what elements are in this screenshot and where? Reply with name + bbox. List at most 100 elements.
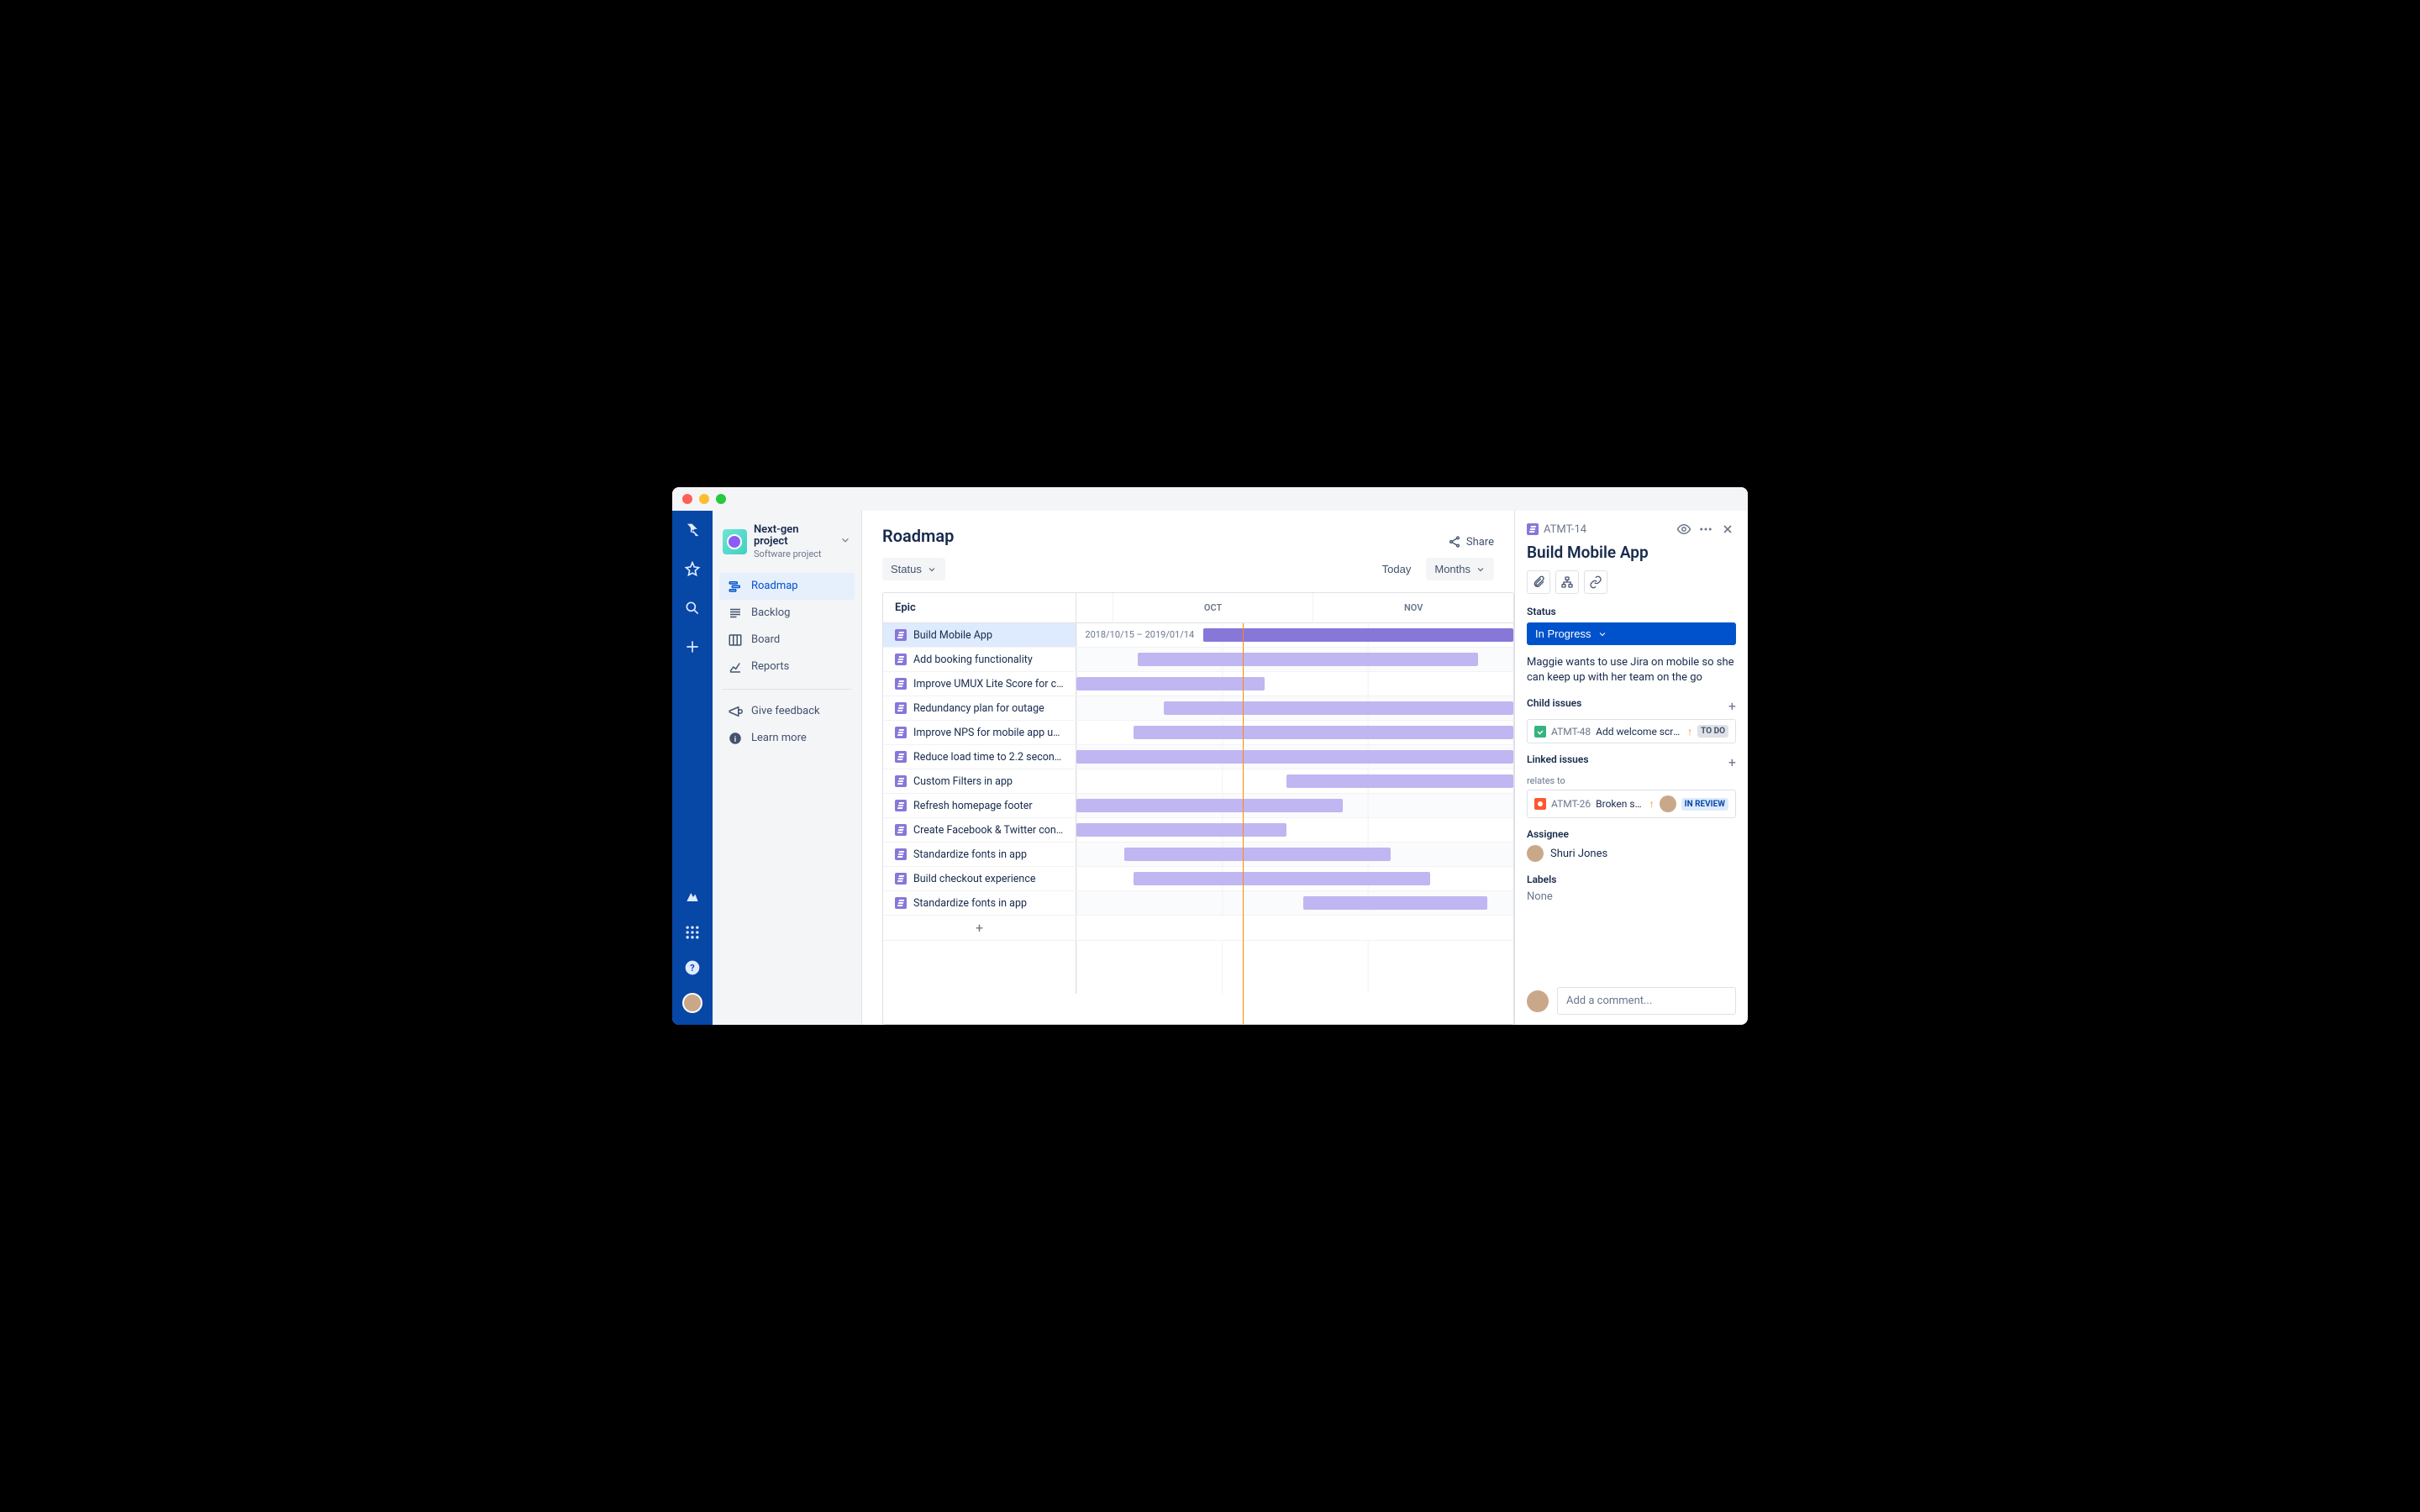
epic-bar[interactable] [1303,896,1486,910]
linked-issues-label: Linked issues [1527,753,1589,765]
attach-icon[interactable] [1527,570,1550,594]
epic-row[interactable]: Add booking functionality [883,648,1513,672]
add-link-button[interactable]: + [1728,754,1736,770]
epic-icon [895,897,907,909]
epic-icon [895,678,907,690]
progress-marker[interactable] [1203,628,1208,642]
epic-cell[interactable]: Custom Filters in app [883,769,1076,793]
add-epic-button[interactable]: + [883,916,1076,940]
sidebar-item-backlog[interactable]: Backlog [719,600,855,627]
epic-row[interactable]: Improve NPS for mobile app users by … [883,721,1513,745]
search-icon[interactable] [682,598,702,618]
epic-row[interactable]: Create Facebook & Twitter connector [883,818,1513,843]
month-header: OCT [1113,593,1313,622]
svg-text:i: i [734,735,736,743]
linked-key: ATMT-26 [1551,798,1591,810]
child-issues-label: Child issues [1527,697,1581,709]
help-icon[interactable]: ? [682,958,702,978]
status-dropdown[interactable]: In Progress [1527,622,1736,645]
sidebar-item-feedback[interactable]: Give feedback [719,698,855,725]
epic-bar[interactable] [1134,872,1431,885]
window-minimize-button[interactable] [699,494,709,504]
epic-row[interactable]: Build checkout experience [883,867,1513,891]
issue-title[interactable]: Build Mobile App [1527,543,1736,562]
epic-row[interactable]: Redundancy plan for outage [883,696,1513,721]
epic-bar[interactable] [1076,677,1265,690]
notification-icon[interactable] [682,887,702,907]
epic-cell[interactable]: Improve UMUX Lite Score for checko… [883,672,1076,696]
add-child-button[interactable]: + [1728,698,1736,714]
watch-icon[interactable] [1676,521,1692,538]
epic-bar[interactable] [1203,628,1513,642]
project-name: Next-gen project [754,524,833,549]
status-filter-button[interactable]: Status [882,558,945,580]
epic-row[interactable]: Build Mobile App 2018/10/15 – 2019/01/14 [883,623,1513,648]
issue-key[interactable]: ATMT-14 [1544,523,1586,536]
date-range-label: 2018/10/15 – 2019/01/14 [1085,629,1194,640]
assignee-avatar [1527,845,1544,862]
priority-icon: ↑ [1687,726,1692,738]
child-issue-icon[interactable] [1555,570,1579,594]
jira-logo-icon[interactable] [682,521,702,541]
sidebar-item-roadmap[interactable]: Roadmap [719,573,855,600]
epic-row[interactable]: Standardize fonts in app [883,843,1513,867]
epic-bar[interactable] [1124,848,1391,861]
epic-bar[interactable] [1076,823,1286,837]
epic-cell[interactable]: Standardize fonts in app [883,843,1076,866]
epic-bar[interactable] [1138,653,1479,666]
sidebar-item-label: Board [751,633,780,646]
profile-avatar[interactable] [682,993,702,1013]
labels-label: Labels [1527,874,1736,885]
close-icon[interactable] [1719,521,1736,538]
epic-bar[interactable] [1134,726,1513,739]
issue-description[interactable]: Maggie wants to use Jira on mobile so sh… [1527,655,1736,685]
epic-bar[interactable] [1076,799,1343,812]
sidebar-item-reports[interactable]: Reports [719,654,855,680]
epic-cell[interactable]: Add booking functionality [883,648,1076,671]
epic-bar[interactable] [1076,750,1513,764]
epic-name: Build checkout experience [913,873,1036,885]
sidebar-item-label: Backlog [751,606,790,619]
timescale-button[interactable]: Months [1426,558,1494,580]
epic-bar[interactable] [1286,774,1513,788]
epic-cell[interactable]: Refresh homepage footer [883,794,1076,817]
app-switcher-icon[interactable] [682,922,702,942]
sidebar-item-learn[interactable]: i Learn more [719,725,855,752]
today-button[interactable]: Today [1374,558,1420,580]
epic-row[interactable]: Refresh homepage footer [883,794,1513,818]
comment-input[interactable]: Add a comment... [1557,987,1736,1015]
share-button[interactable]: Share [1448,535,1494,549]
epic-cell[interactable]: Improve NPS for mobile app users by … [883,721,1076,744]
linked-issue-row[interactable]: ATMT-26 Broken status ind… ↑ IN REVIEW [1527,790,1736,818]
more-icon[interactable] [1697,521,1714,538]
svg-text:?: ? [690,963,694,974]
epic-row[interactable]: Improve UMUX Lite Score for checko… [883,672,1513,696]
create-icon[interactable] [682,637,702,657]
window-close-button[interactable] [682,494,692,504]
epic-cell[interactable]: Redundancy plan for outage [883,696,1076,720]
epic-cell[interactable]: Create Facebook & Twitter connector [883,818,1076,842]
reports-icon [728,659,743,675]
epic-row[interactable]: Reduce load time to 2.2 seconds [883,745,1513,769]
assignee-field[interactable]: Shuri Jones [1527,845,1736,862]
epic-cell[interactable]: Build Mobile App [883,623,1076,647]
child-issue-row[interactable]: ATMT-48 Add welcome screen for m… ↑ TO D… [1527,719,1736,743]
timeline-cell [1076,769,1513,793]
window-maximize-button[interactable] [716,494,726,504]
epic-row[interactable]: Standardize fonts in app [883,891,1513,916]
sidebar-item-board[interactable]: Board [719,627,855,654]
epic-cell[interactable]: Standardize fonts in app [883,891,1076,915]
star-icon[interactable] [682,559,702,580]
assignee-label: Assignee [1527,828,1736,840]
epic-name: Improve NPS for mobile app users by … [913,727,1064,739]
chevron-down-icon [839,533,851,549]
epic-row[interactable]: Custom Filters in app [883,769,1513,794]
project-switcher[interactable]: Next-gen project Software project [719,521,855,563]
status-value: In Progress [1535,627,1591,640]
epic-cell[interactable]: Reduce load time to 2.2 seconds [883,745,1076,769]
epic-bar[interactable] [1164,701,1513,715]
labels-value[interactable]: None [1527,890,1736,903]
timeline-cell [1076,672,1513,696]
epic-cell[interactable]: Build checkout experience [883,867,1076,890]
link-icon[interactable] [1584,570,1607,594]
